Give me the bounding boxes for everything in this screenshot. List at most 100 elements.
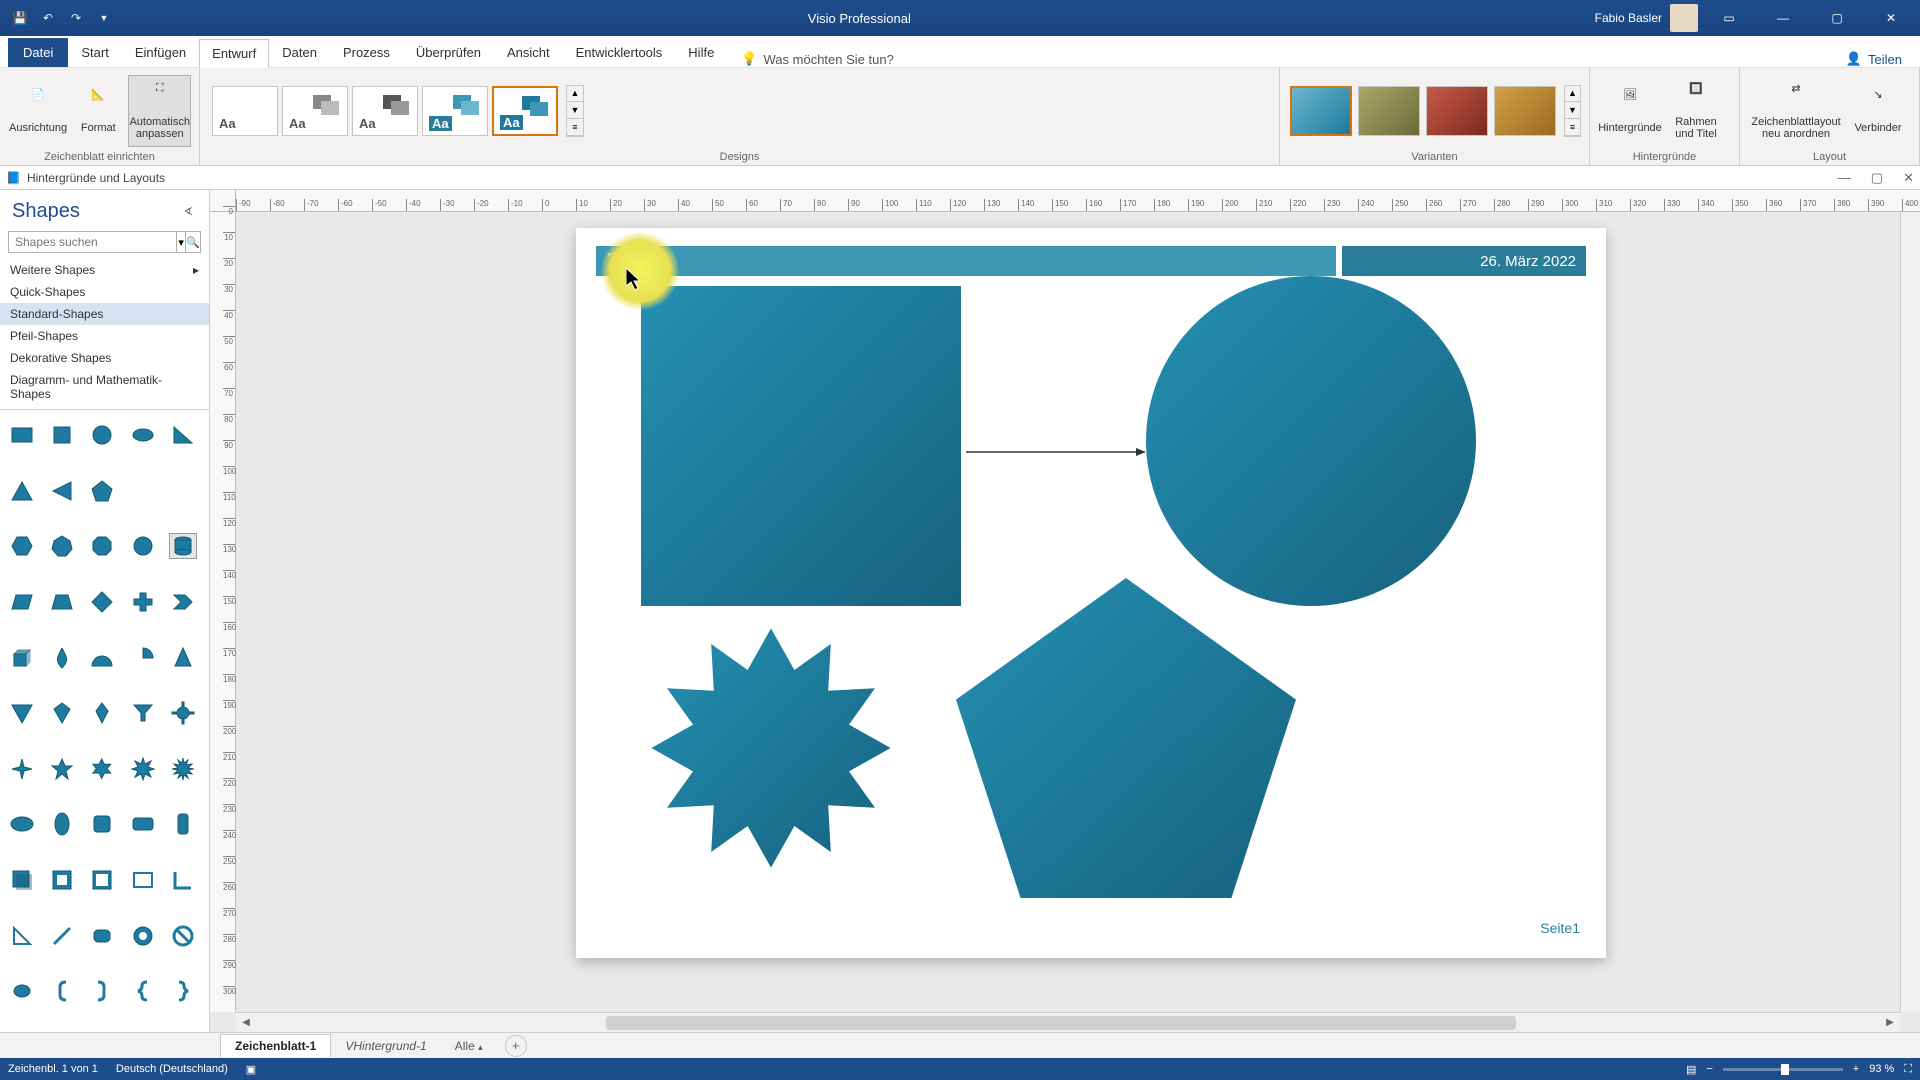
view-normal-icon[interactable]: ▤ [1686, 1063, 1696, 1076]
shape-triangle[interactable] [8, 478, 36, 504]
stencil-diagram-math[interactable]: Diagramm- und Mathematik-Shapes [0, 369, 209, 405]
page-title[interactable]: Titel [596, 246, 1336, 276]
tab-design[interactable]: Entwurf [199, 39, 269, 68]
shape-rhombus-3d[interactable] [48, 700, 76, 726]
shape-hexagon[interactable] [8, 533, 36, 559]
stencil-standard[interactable]: Standard-Shapes [0, 303, 209, 325]
shape-cube[interactable] [8, 645, 36, 671]
shape-gear[interactable] [169, 700, 197, 726]
shape-no-symbol[interactable] [169, 923, 197, 949]
tab-review[interactable]: Überprüfen [403, 38, 494, 67]
shape-trapezoid[interactable] [48, 589, 76, 615]
macro-record-icon[interactable]: ▣ [246, 1063, 256, 1076]
shape-starburst[interactable] [169, 756, 197, 782]
add-page-button[interactable]: + [505, 1035, 527, 1057]
shape-brace-left[interactable] [129, 978, 157, 1004]
shape-octagon[interactable] [88, 533, 116, 559]
shape-ellipse-small[interactable] [8, 978, 36, 1004]
shape-line[interactable] [48, 923, 76, 949]
shape-corner[interactable] [169, 867, 197, 893]
tab-view[interactable]: Ansicht [494, 38, 563, 67]
tab-start[interactable]: Start [68, 38, 121, 67]
shape-arc[interactable] [88, 645, 116, 671]
scroll-left-icon[interactable]: ◀ [236, 1017, 256, 1028]
canvas-rectangle[interactable] [641, 286, 961, 606]
stencil-quick[interactable]: Quick-Shapes [0, 281, 209, 303]
shape-teardrop[interactable] [48, 645, 76, 671]
shape-pie[interactable] [129, 645, 157, 671]
more-shapes[interactable]: Weitere Shapes▸ [0, 259, 209, 281]
stencil-arrow[interactable]: Pfeil-Shapes [0, 325, 209, 347]
orientation-button[interactable]: 📄Ausrichtung [8, 75, 68, 147]
variant-4[interactable] [1494, 86, 1556, 136]
page-tab-background[interactable]: VHintergrund-1 [331, 1035, 440, 1057]
shape-box-shadow[interactable] [8, 867, 36, 893]
variant-3[interactable] [1426, 86, 1488, 136]
variant-gallery-scroll[interactable]: ▲▼≡ [1564, 85, 1581, 137]
shape-pentagon[interactable] [88, 478, 116, 504]
vertical-scrollbar[interactable] [1900, 212, 1920, 1012]
shape-rounded-tall[interactable] [169, 811, 197, 837]
shape-square[interactable] [48, 422, 76, 448]
subwin-close[interactable]: ✕ [1903, 170, 1914, 186]
canvas-starburst[interactable] [641, 618, 901, 878]
backgrounds-button[interactable]: 🖼Hintergründe [1598, 75, 1662, 147]
scroll-right-icon[interactable]: ▶ [1880, 1017, 1900, 1028]
save-icon[interactable]: 💾 [12, 10, 28, 26]
variant-1[interactable] [1290, 86, 1352, 136]
shape-star5[interactable] [48, 756, 76, 782]
canvas-arrow-connector[interactable] [966, 446, 1146, 447]
shape-l-shape[interactable] [8, 923, 36, 949]
design-gallery-scroll[interactable]: ▲▼≡ [566, 85, 584, 137]
design-theme-1[interactable]: Aa [212, 86, 278, 136]
shape-oval-tall[interactable] [48, 811, 76, 837]
shape-cylinder[interactable] [169, 533, 197, 559]
shape-ellipse[interactable] [129, 422, 157, 448]
connectors-button[interactable]: ↘Verbinder [1846, 75, 1910, 147]
tab-file[interactable]: Datei [8, 38, 68, 67]
tab-data[interactable]: Daten [269, 38, 330, 67]
subwin-minimize[interactable]: — [1838, 170, 1851, 186]
redo-icon[interactable]: ↷ [68, 10, 84, 26]
shape-cross[interactable] [129, 589, 157, 615]
shape-star8[interactable] [129, 756, 157, 782]
shape-cone[interactable] [169, 645, 197, 671]
stencil-decorative[interactable]: Dekorative Shapes [0, 347, 209, 369]
autofit-button[interactable]: ⛶Automatisch anpassen [128, 75, 191, 147]
user-name[interactable]: Fabio Basler [1595, 11, 1662, 25]
share-button[interactable]: Teilen [1868, 52, 1902, 67]
horizontal-scrollbar[interactable]: ◀ ▶ [236, 1012, 1900, 1032]
drawing-page[interactable]: Titel 26. März 2022 [576, 228, 1606, 958]
variant-2[interactable] [1358, 86, 1420, 136]
zoom-in-icon[interactable]: + [1853, 1063, 1859, 1075]
shape-chevron[interactable] [169, 589, 197, 615]
shape-triangle-left[interactable] [48, 478, 76, 504]
tab-insert[interactable]: Einfügen [122, 38, 199, 67]
page-tab-all[interactable]: Alle ▴ [441, 1035, 497, 1057]
shape-oval-wide[interactable] [8, 811, 36, 837]
zoom-slider[interactable] [1723, 1068, 1843, 1071]
tell-me-text[interactable]: Was möchten Sie tun? [764, 52, 894, 67]
canvas-pentagon[interactable] [956, 578, 1296, 898]
tab-help[interactable]: Hilfe [675, 38, 727, 67]
shape-right-triangle[interactable] [169, 422, 197, 448]
user-avatar[interactable] [1670, 4, 1698, 32]
shape-rounded-square[interactable] [88, 811, 116, 837]
shape-parallelogram[interactable] [8, 589, 36, 615]
subwin-maximize[interactable]: ▢ [1871, 170, 1883, 186]
tab-developer[interactable]: Entwicklertools [563, 38, 676, 67]
minimize-button[interactable]: — [1760, 0, 1806, 36]
shape-donut[interactable] [129, 923, 157, 949]
status-language[interactable]: Deutsch (Deutschland) [116, 1063, 228, 1075]
maximize-button[interactable]: ▢ [1814, 0, 1860, 36]
shape-outline-rect[interactable] [129, 867, 157, 893]
shape-rounded-rect[interactable] [129, 811, 157, 837]
shape-frame-thin[interactable] [88, 867, 116, 893]
shape-bracket-right[interactable] [88, 978, 116, 1004]
canvas-circle[interactable] [1146, 276, 1476, 606]
scroll-thumb[interactable] [606, 1016, 1516, 1030]
search-icon[interactable]: 🔍 [185, 232, 200, 252]
tab-process[interactable]: Prozess [330, 38, 403, 67]
zoom-level[interactable]: 93 % [1869, 1063, 1894, 1075]
shape-decagon[interactable] [129, 533, 157, 559]
